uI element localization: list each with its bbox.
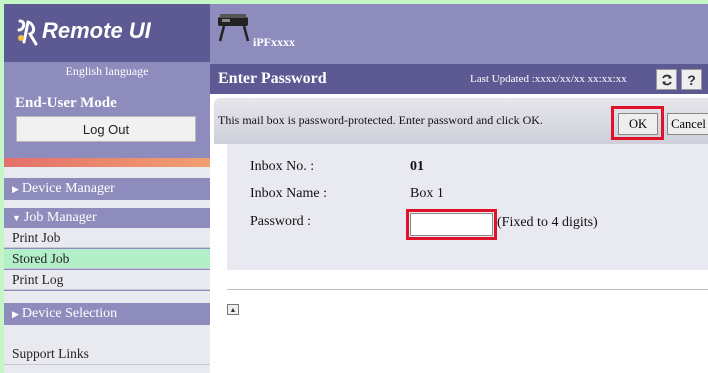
sidebar: Remote UI English language End-User Mode…	[4, 4, 210, 373]
sidebar-item-label: Print Job	[12, 229, 61, 245]
cancel-button[interactable]: Cancel	[667, 113, 708, 135]
sidebar-item-label: Support Links	[12, 345, 89, 361]
app-logo-text: Remote UI	[42, 18, 151, 43]
sidebar-item-device-selection[interactable]: ▶ Device Selection	[4, 303, 210, 325]
last-updated: Last Updated :xxxx/xx/xx xx:xx:xx	[470, 73, 627, 85]
sidebar-item-print-log[interactable]: Print Log	[4, 270, 210, 290]
inbox-no-value: 01	[410, 159, 424, 174]
triangle-right-icon: ▶	[12, 308, 19, 319]
sidebar-spacer	[4, 167, 210, 178]
refresh-button[interactable]	[656, 69, 677, 90]
inbox-no-label: Inbox No. :	[250, 159, 315, 174]
help-button[interactable]: ?	[681, 69, 702, 90]
sidebar-item-label: Job Manager	[23, 210, 97, 225]
triangle-right-icon: ▶	[12, 183, 19, 194]
instruction-message: This mail box is password-protected. Ent…	[218, 113, 543, 127]
ok-button[interactable]: OK	[618, 113, 658, 135]
page-title: Enter Password	[218, 70, 327, 87]
printer-icon	[218, 14, 250, 42]
sidebar-item-label: Print Log	[12, 271, 64, 287]
sidebar-item-stored-job[interactable]: Stored Job	[4, 249, 210, 269]
help-icon: ?	[687, 71, 696, 88]
scroll-top-button[interactable]: ▲	[227, 304, 239, 315]
password-form: Inbox No. : 01 Inbox Name : Box 1 Passwo…	[227, 144, 708, 270]
remote-ui-logo-icon	[17, 19, 38, 46]
sidebar-item-job-manager[interactable]: ▼ Job Manager	[4, 208, 210, 228]
password-hint: (Fixed to 4 digits)	[497, 215, 598, 230]
sidebar-item-label: Device Selection	[21, 306, 118, 321]
device-header: iPFxxxx	[210, 4, 708, 64]
main-content: This mail box is password-protected. Ent…	[210, 94, 708, 373]
sidebar-item-device-manager[interactable]: ▶ Device Manager	[4, 178, 210, 200]
password-input[interactable]	[410, 213, 493, 236]
sidebar-spacer	[4, 200, 210, 208]
inbox-name-label: Inbox Name :	[250, 186, 327, 201]
triangle-up-icon: ▲	[229, 305, 237, 314]
user-mode-label: End-User Mode	[15, 95, 117, 111]
title-bar: Enter Password Last Updated :xxxx/xx/xx …	[210, 64, 708, 94]
sidebar-divider-strip	[4, 158, 210, 167]
sidebar-item-label: Stored Job	[12, 250, 70, 266]
password-label: Password :	[250, 214, 312, 229]
message-bar: This mail box is password-protected. Ent…	[214, 98, 708, 144]
content-divider	[227, 289, 708, 290]
language-label: English language	[65, 64, 149, 78]
sidebar-item-label: Device Manager	[21, 181, 115, 196]
sidebar-spacer	[4, 291, 210, 303]
logout-button[interactable]: Log Out	[16, 116, 196, 142]
device-model: iPFxxxx	[253, 35, 295, 49]
sidebar-item-support-links[interactable]: Support Links	[4, 343, 210, 365]
sidebar-item-print-job[interactable]: Print Job	[4, 228, 210, 248]
refresh-icon	[661, 74, 672, 85]
inbox-name-value: Box 1	[410, 186, 444, 201]
logo-area: Remote UI	[4, 4, 210, 62]
triangle-down-icon: ▼	[12, 213, 21, 223]
